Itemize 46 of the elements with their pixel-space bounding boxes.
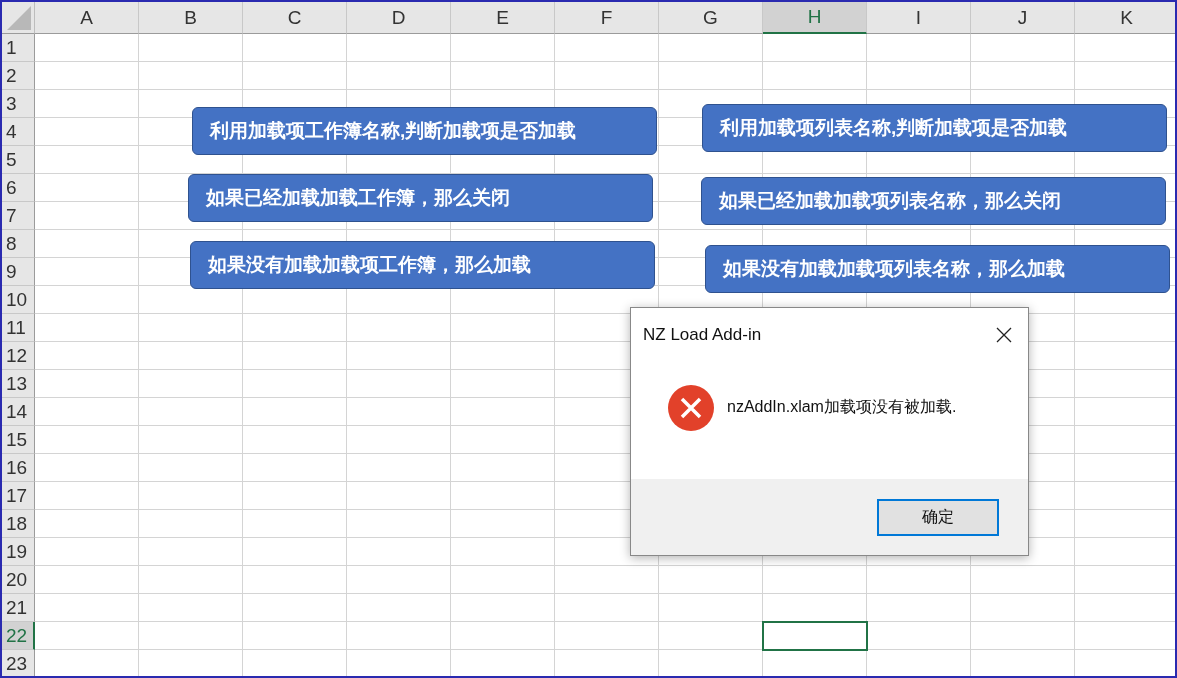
column-header[interactable]: I xyxy=(867,2,971,34)
column-header[interactable]: D xyxy=(347,2,451,34)
row-header[interactable]: 21 xyxy=(2,594,35,622)
ok-button[interactable]: 确定 xyxy=(877,498,999,536)
row-header[interactable]: 15 xyxy=(2,426,35,454)
row-header[interactable]: 14 xyxy=(2,398,35,426)
column-header[interactable]: G xyxy=(659,2,763,34)
row-header[interactable]: 3 xyxy=(2,90,35,118)
row-header[interactable]: 20 xyxy=(2,566,35,594)
macro-button[interactable]: 如果已经加载加载工作簿，那么关闭 xyxy=(188,174,653,222)
row-header[interactable]: 6 xyxy=(2,174,35,202)
column-header[interactable]: K xyxy=(1075,2,1175,34)
row-header[interactable]: 18 xyxy=(2,510,35,538)
row-header[interactable]: 7 xyxy=(2,202,35,230)
dialog-message: nzAddIn.xlam加载项没有被加载. xyxy=(727,397,957,417)
row-header[interactable]: 5 xyxy=(2,146,35,174)
row-header[interactable]: 11 xyxy=(2,314,35,342)
macro-button[interactable]: 如果没有加载加载项工作簿，那么加载 xyxy=(190,241,655,289)
macro-button[interactable]: 如果没有加载加载项列表名称，那么加载 xyxy=(705,245,1170,293)
row-header[interactable]: 9 xyxy=(2,258,35,286)
row-header[interactable]: 8 xyxy=(2,230,35,258)
column-header[interactable]: H xyxy=(763,2,867,34)
row-header[interactable]: 13 xyxy=(2,370,35,398)
row-header[interactable]: 4 xyxy=(2,118,35,146)
row-header[interactable]: 10 xyxy=(2,286,35,314)
column-header[interactable]: E xyxy=(451,2,555,34)
error-icon xyxy=(668,384,714,431)
row-header[interactable]: 2 xyxy=(2,62,35,90)
macro-button[interactable]: 利用加载项工作簿名称,判断加载项是否加载 xyxy=(192,107,657,155)
row-header[interactable]: 1 xyxy=(2,34,35,62)
selected-cell[interactable] xyxy=(762,621,868,651)
row-header[interactable]: 17 xyxy=(2,482,35,510)
column-header[interactable]: F xyxy=(555,2,659,34)
macro-button[interactable]: 如果已经加载加载项列表名称，那么关闭 xyxy=(701,177,1166,225)
macro-button[interactable]: 利用加载项列表名称,判断加载项是否加载 xyxy=(702,104,1167,152)
row-header[interactable]: 22 xyxy=(2,622,35,650)
column-header[interactable]: J xyxy=(971,2,1075,34)
row-header[interactable]: 23 xyxy=(2,650,35,676)
dialog-title: NZ Load Add-in xyxy=(643,325,762,345)
column-header[interactable]: C xyxy=(243,2,347,34)
row-header[interactable]: 12 xyxy=(2,342,35,370)
close-icon[interactable] xyxy=(996,327,1012,343)
column-header[interactable]: A xyxy=(35,2,139,34)
row-header[interactable]: 19 xyxy=(2,538,35,566)
column-header[interactable]: B xyxy=(139,2,243,34)
row-header[interactable]: 16 xyxy=(2,454,35,482)
